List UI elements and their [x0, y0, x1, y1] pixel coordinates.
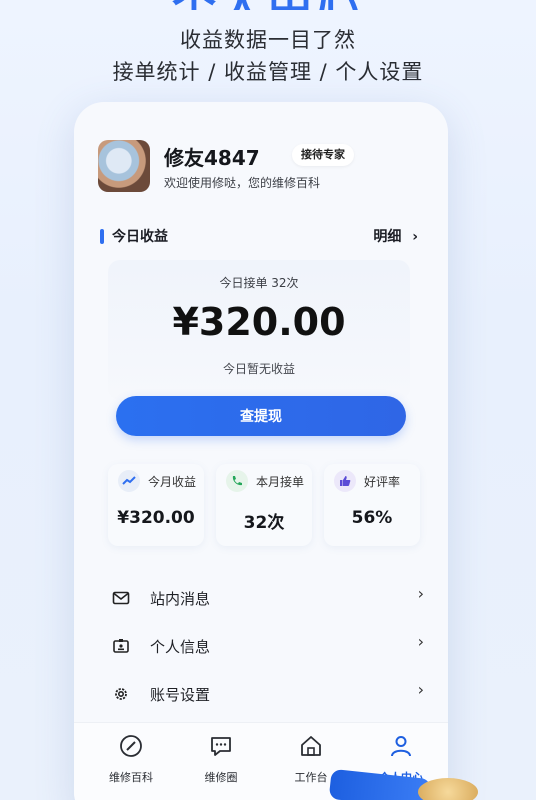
stat-label: 本月接单: [256, 475, 305, 489]
chevron-right-icon: ›: [412, 229, 418, 245]
menu-item-label: 个人信息: [150, 638, 211, 656]
stat-month-income[interactable]: 今月收益 ¥320.00: [108, 464, 204, 546]
earnings-amount: ¥320.00: [172, 300, 346, 344]
section-accent-bar: [100, 229, 104, 244]
chevron-right-icon: ›: [417, 632, 424, 651]
phone-screen: 修友4847 接待专家 欢迎使用修哒，您的维修百科 今日收益 明细 › 今日接单…: [74, 102, 448, 800]
phone-icon: [226, 470, 248, 492]
tab-label: 维修百科: [109, 771, 153, 784]
section-title: 今日收益: [112, 229, 168, 245]
home-icon: [301, 736, 321, 756]
gear-icon: [115, 688, 127, 700]
menu-item-label: 账号设置: [150, 686, 211, 704]
user-icon: [391, 736, 411, 757]
trend-icon: [118, 470, 140, 492]
detail-link[interactable]: 明细 ›: [373, 226, 418, 246]
withdraw-button[interactable]: 查提现: [116, 396, 406, 436]
welcome-text: 欢迎使用修哒，您的维修百科: [164, 176, 321, 190]
stat-label: 好评率: [364, 475, 401, 489]
menu-item-label: 站内消息: [150, 590, 211, 608]
hero-subtitle-2: 接单统计 / 收益管理 / 个人设置: [112, 60, 424, 84]
menu-item-messages[interactable]: 站内消息 ›: [104, 576, 434, 624]
username: 修友4847: [164, 146, 260, 170]
tab-repair-wiki[interactable]: 维修百科: [96, 733, 166, 793]
role-badge: 接待专家: [292, 144, 354, 166]
menu-item-account-settings[interactable]: 账号设置 ›: [104, 672, 434, 720]
hero-title: 个人中心: [0, 0, 536, 10]
profile-header[interactable]: 修友4847 接待专家 欢迎使用修哒，您的维修百科: [98, 140, 428, 200]
tab-repair-circle[interactable]: 维修圈: [186, 733, 256, 793]
chevron-right-icon: ›: [417, 680, 424, 699]
stat-value: 56%: [351, 508, 393, 528]
avatar[interactable]: [98, 140, 150, 192]
stat-month-orders[interactable]: 本月接单 32次: [216, 464, 312, 546]
stats-row: 今月收益 ¥320.00 本月接单 32次 好评率 56%: [108, 464, 420, 548]
detail-label: 明细: [373, 229, 402, 245]
stat-value: ¥320.00: [117, 508, 195, 528]
stat-good-rate[interactable]: 好评率 56%: [324, 464, 420, 546]
stat-value: 32次: [243, 513, 285, 533]
earnings-card: 今日接单 32次 ¥320.00 今日暂无收益: [108, 260, 410, 400]
thumbs-up-icon: [334, 470, 356, 492]
stat-label: 今月收益: [148, 475, 197, 489]
orders-today: 今日接单 32次: [219, 276, 299, 290]
settings-menu: 站内消息 › 个人信息 › 账号设置 ›: [104, 576, 434, 720]
id-card-icon: [113, 639, 129, 653]
earnings-status: 今日暂无收益: [222, 362, 295, 376]
chevron-right-icon: ›: [417, 584, 424, 603]
tab-label: 维修圈: [204, 771, 238, 784]
earnings-header: 今日收益 明细 ›: [100, 226, 418, 248]
menu-item-profile-info[interactable]: 个人信息 ›: [104, 624, 434, 672]
mail-icon: [112, 591, 130, 605]
hero-subtitle-1: 收益数据一目了然: [180, 28, 356, 52]
chat-icon: [211, 737, 231, 756]
compass-icon: [120, 735, 142, 757]
decorative-coin: [418, 778, 478, 800]
